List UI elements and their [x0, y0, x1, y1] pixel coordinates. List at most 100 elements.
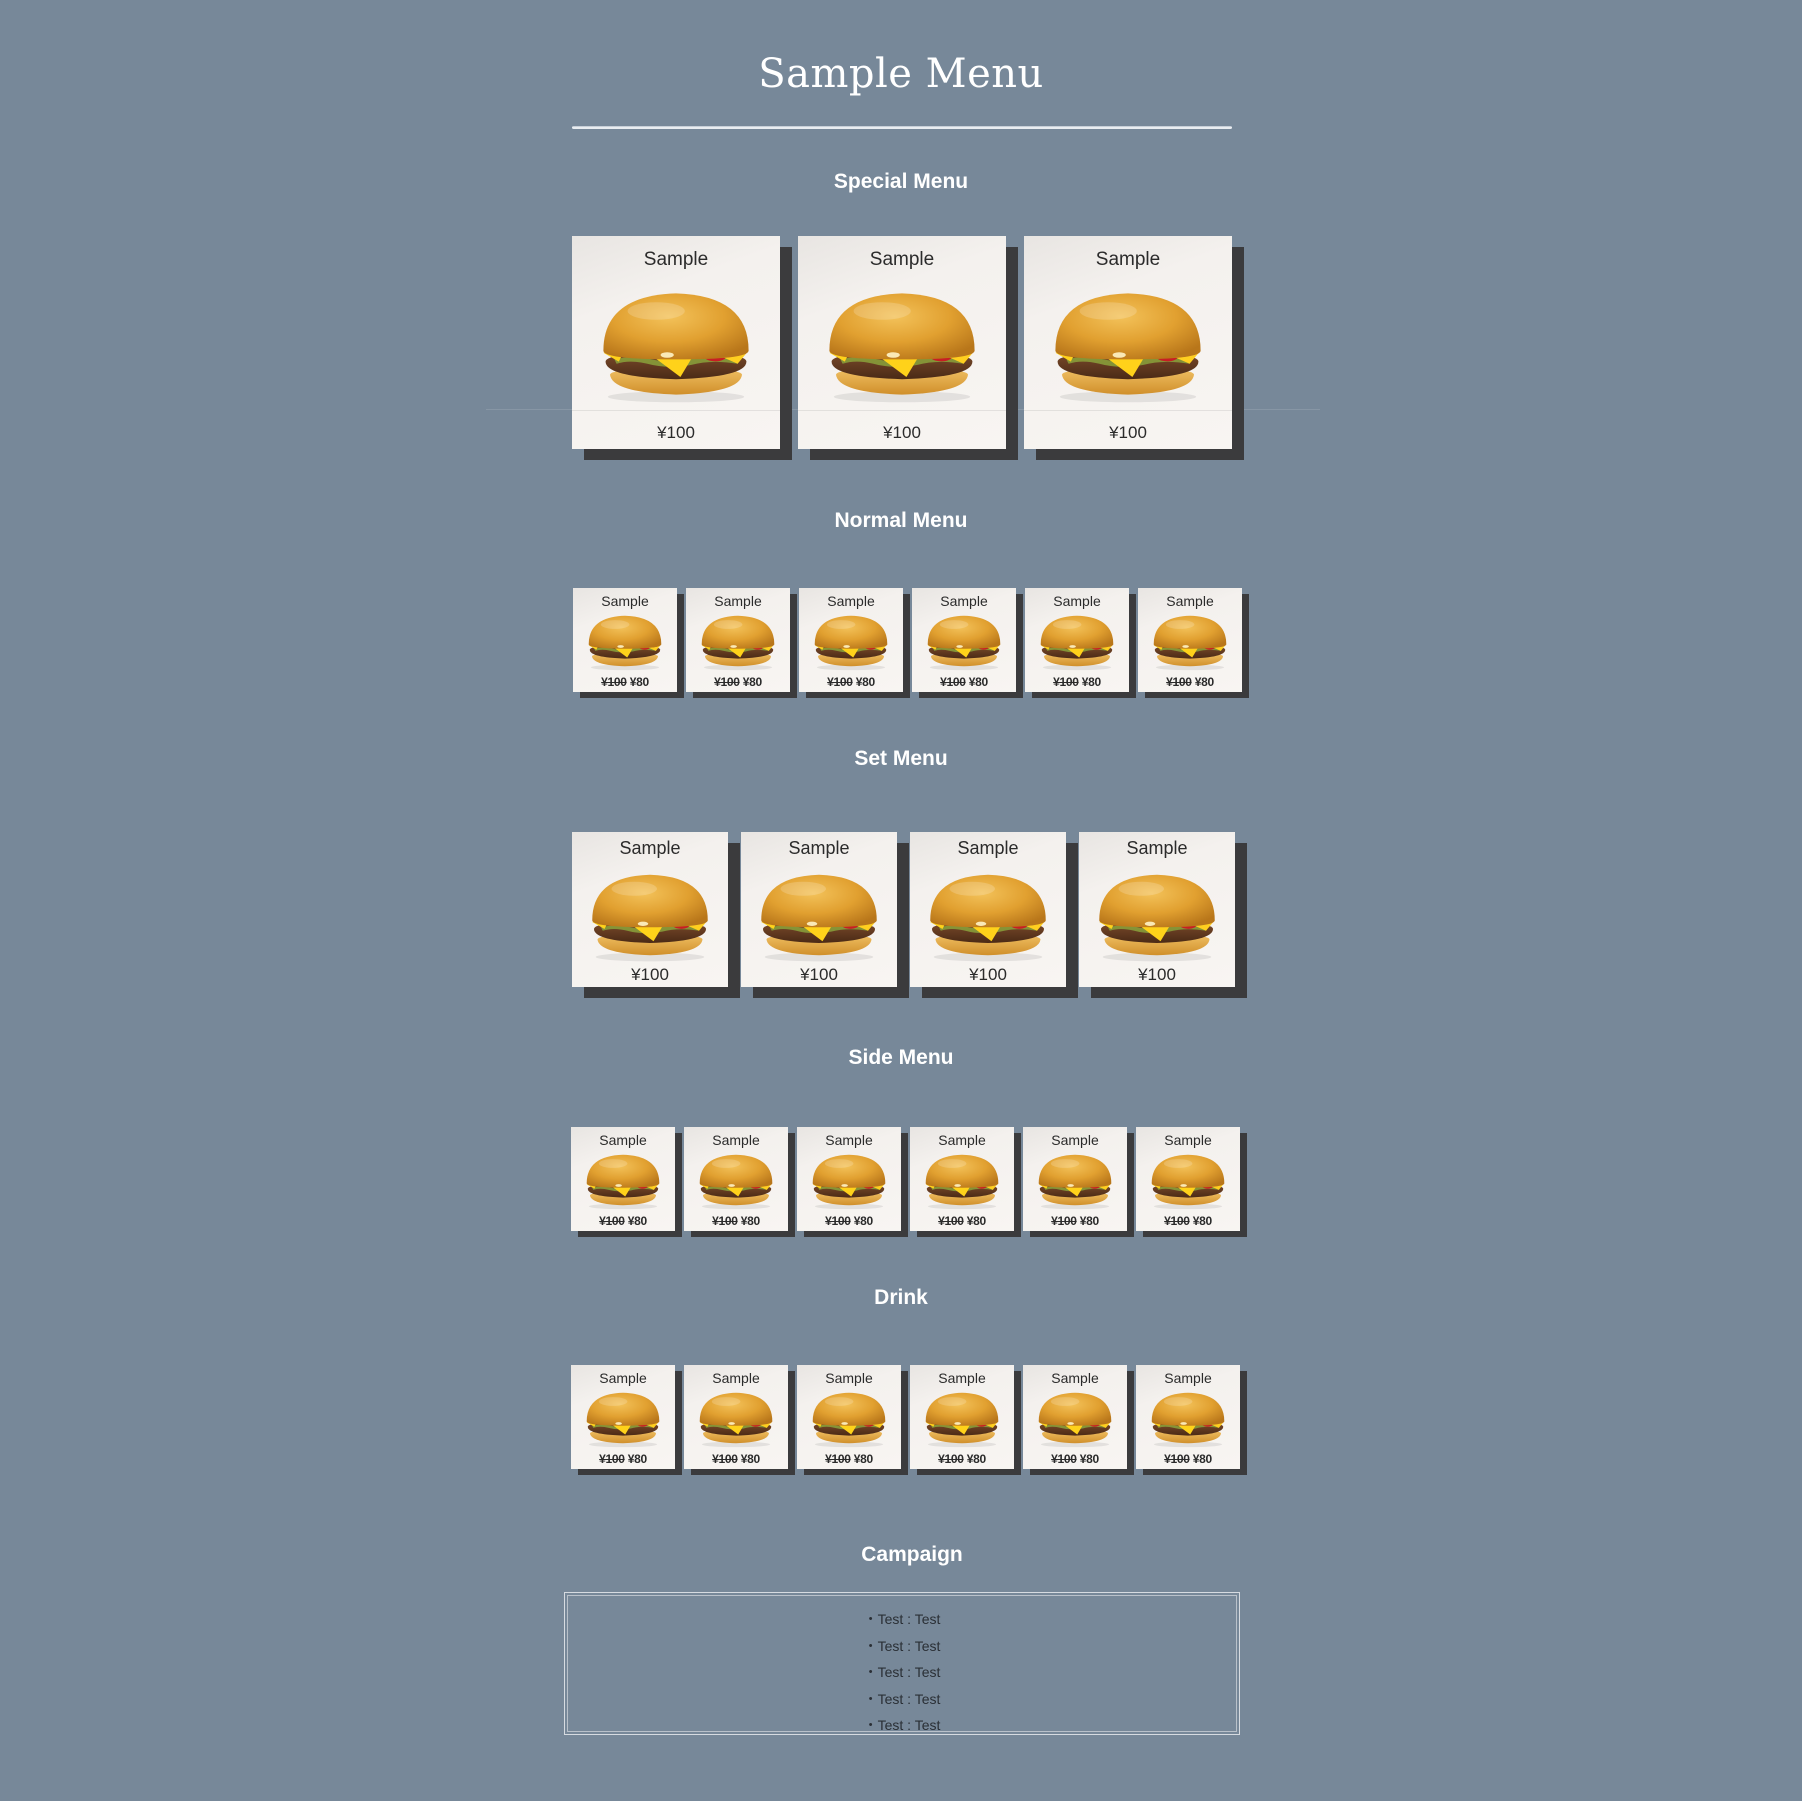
menu-card-set[interactable]: Sample ¥100: [1079, 832, 1235, 987]
special-menu-row: Sample ¥100 Sample ¥100 Sample ¥100: [572, 236, 1232, 449]
item-name: Sample: [827, 593, 875, 609]
cheeseburger-icon: [918, 1387, 1006, 1449]
menu-card-normal[interactable]: Sample ¥100 ¥80: [1025, 588, 1129, 692]
menu-card-drink[interactable]: Sample ¥100 ¥80: [1023, 1365, 1127, 1469]
menu-card-drink[interactable]: Sample ¥100 ¥80: [571, 1365, 675, 1469]
campaign-item[interactable]: ・Test : Test: [565, 1606, 1239, 1633]
item-price: ¥100 ¥80: [910, 1452, 1014, 1466]
campaign-box: ・Test : Test ・Test : Test ・Test : Test ・…: [564, 1592, 1240, 1735]
sale-price: ¥80: [1192, 1452, 1212, 1466]
item-price: ¥100 ¥80: [912, 675, 1016, 689]
section-title-side: Side Menu: [848, 1046, 954, 1069]
cheeseburger-icon: [1033, 610, 1121, 672]
old-price: ¥100: [825, 1452, 851, 1466]
menu-card-drink[interactable]: Sample ¥100 ¥80: [797, 1365, 901, 1469]
cheeseburger-icon: [694, 610, 782, 672]
set-menu-row: Sample ¥100 Sample ¥100 Sample ¥100 Samp…: [572, 832, 1235, 987]
old-price: ¥100: [599, 1452, 625, 1466]
item-price: ¥100: [1138, 965, 1176, 984]
section-title-special: Special Menu: [833, 170, 969, 193]
sale-price: ¥80: [740, 1452, 760, 1466]
menu-card-special[interactable]: Sample ¥100: [798, 236, 1006, 449]
sale-price: ¥80: [855, 675, 875, 689]
campaign-list: ・Test : Test ・Test : Test ・Test : Test ・…: [565, 1606, 1239, 1739]
item-name: Sample: [1164, 1370, 1212, 1386]
menu-card-side[interactable]: Sample ¥100 ¥80: [1023, 1127, 1127, 1231]
menu-card-drink[interactable]: Sample ¥100 ¥80: [1136, 1365, 1240, 1469]
old-price: ¥100: [714, 675, 740, 689]
item-name: Sample: [788, 838, 850, 858]
cheeseburger-icon: [805, 1387, 893, 1449]
item-price: ¥100: [800, 965, 838, 984]
title-divider: [572, 126, 1232, 129]
menu-card-side[interactable]: Sample ¥100 ¥80: [1136, 1127, 1240, 1231]
section-title-drink: Drink: [874, 1286, 928, 1309]
cheeseburger-icon: [692, 1387, 780, 1449]
cheeseburger-icon: [1040, 282, 1216, 406]
sale-price: ¥80: [853, 1214, 873, 1228]
item-name: Sample: [1164, 1132, 1212, 1148]
card-divider: [798, 410, 1006, 411]
menu-card-normal[interactable]: Sample ¥100 ¥80: [799, 588, 903, 692]
menu-card-normal[interactable]: Sample ¥100 ¥80: [686, 588, 790, 692]
cheeseburger-icon: [588, 282, 764, 406]
item-price: ¥100: [631, 965, 669, 984]
old-price: ¥100: [1166, 675, 1192, 689]
item-price: ¥100 ¥80: [1136, 1214, 1240, 1228]
item-name: Sample: [938, 1370, 986, 1386]
campaign-item[interactable]: ・Test : Test: [565, 1659, 1239, 1686]
menu-card-normal[interactable]: Sample ¥100 ¥80: [1138, 588, 1242, 692]
item-price: ¥100 ¥80: [684, 1452, 788, 1466]
menu-page: Sample Menu Special Menu Sample ¥100 Sam…: [0, 0, 1802, 1801]
item-price: ¥100 ¥80: [910, 1214, 1014, 1228]
old-price: ¥100: [712, 1452, 738, 1466]
cheeseburger-icon: [579, 1149, 667, 1211]
item-price: ¥100 ¥80: [573, 675, 677, 689]
menu-card-special[interactable]: Sample ¥100: [572, 236, 780, 449]
menu-card-drink[interactable]: Sample ¥100 ¥80: [910, 1365, 1014, 1469]
cheeseburger-icon: [579, 1387, 667, 1449]
campaign-item[interactable]: ・Test : Test: [565, 1712, 1239, 1739]
menu-card-side[interactable]: Sample ¥100 ¥80: [797, 1127, 901, 1231]
menu-card-drink[interactable]: Sample ¥100 ¥80: [684, 1365, 788, 1469]
item-price: ¥100: [883, 423, 921, 442]
item-price: ¥100 ¥80: [1025, 675, 1129, 689]
item-name: Sample: [869, 249, 935, 270]
item-name: Sample: [1095, 249, 1161, 270]
side-menu-row: Sample ¥100 ¥80 Sample ¥100 ¥80 Sample ¥…: [571, 1127, 1240, 1231]
item-name: Sample: [938, 1132, 986, 1148]
menu-card-special[interactable]: Sample ¥100: [1024, 236, 1232, 449]
item-price: ¥100 ¥80: [797, 1452, 901, 1466]
item-name: Sample: [712, 1370, 760, 1386]
menu-card-set[interactable]: Sample ¥100: [741, 832, 897, 987]
section-title-normal: Normal Menu: [834, 509, 968, 532]
item-price: ¥100 ¥80: [684, 1214, 788, 1228]
menu-card-side[interactable]: Sample ¥100 ¥80: [684, 1127, 788, 1231]
item-name: Sample: [1051, 1132, 1099, 1148]
campaign-item[interactable]: ・Test : Test: [565, 1633, 1239, 1660]
menu-card-side[interactable]: Sample ¥100 ¥80: [910, 1127, 1014, 1231]
old-price: ¥100: [938, 1452, 964, 1466]
campaign-item[interactable]: ・Test : Test: [565, 1686, 1239, 1713]
sale-price: ¥80: [1079, 1452, 1099, 1466]
old-price: ¥100: [1051, 1452, 1077, 1466]
menu-card-normal[interactable]: Sample ¥100 ¥80: [573, 588, 677, 692]
campaign-title: Campaign: [861, 1543, 963, 1566]
cheeseburger-icon: [749, 866, 889, 964]
cheeseburger-icon: [581, 610, 669, 672]
sale-price: ¥80: [1081, 675, 1101, 689]
menu-card-normal[interactable]: Sample ¥100 ¥80: [912, 588, 1016, 692]
sale-price: ¥80: [966, 1452, 986, 1466]
menu-card-set[interactable]: Sample ¥100: [572, 832, 728, 987]
item-price: ¥100 ¥80: [799, 675, 903, 689]
sale-price: ¥80: [1079, 1214, 1099, 1228]
item-price: ¥100: [1109, 423, 1147, 442]
sale-price: ¥80: [627, 1452, 647, 1466]
old-price: ¥100: [938, 1214, 964, 1228]
old-price: ¥100: [712, 1214, 738, 1228]
old-price: ¥100: [601, 675, 627, 689]
item-name: Sample: [599, 1370, 647, 1386]
menu-card-set[interactable]: Sample ¥100: [910, 832, 1066, 987]
menu-card-side[interactable]: Sample ¥100 ¥80: [571, 1127, 675, 1231]
old-price: ¥100: [827, 675, 853, 689]
